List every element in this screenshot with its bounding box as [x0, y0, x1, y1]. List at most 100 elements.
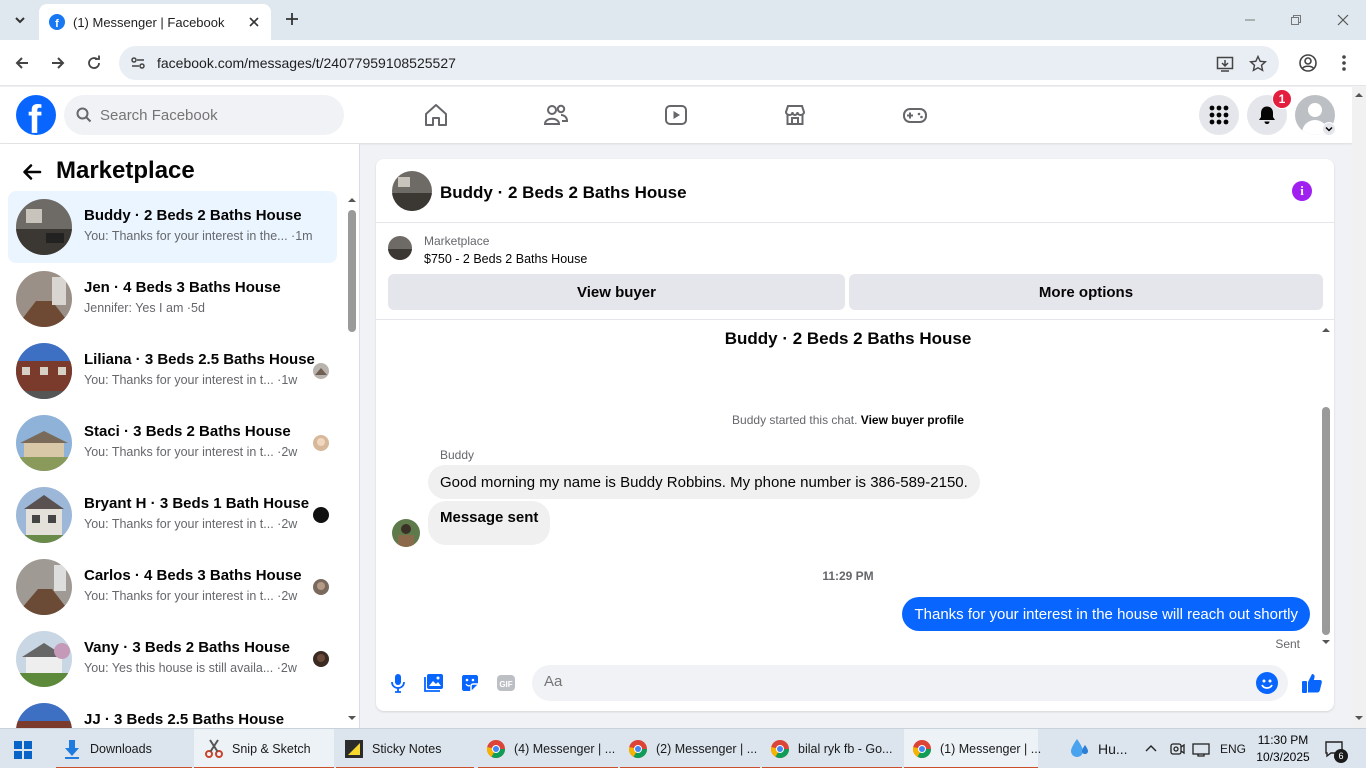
taskbar-sticky-notes[interactable]: Sticky Notes: [336, 729, 474, 768]
seen-avatar: [313, 579, 329, 595]
incoming-message[interactable]: Good morning my name is Buddy Robbins. M…: [428, 465, 980, 499]
scroll-down-arrow-icon[interactable]: [347, 714, 357, 722]
attach-photo-button[interactable]: [422, 671, 446, 695]
profile-button[interactable]: [1296, 51, 1320, 75]
back-button[interactable]: [10, 51, 34, 75]
water-drop-icon: [1071, 739, 1088, 757]
scroll-down-arrow-icon[interactable]: [1321, 638, 1331, 646]
listing-thumbnail: [16, 559, 72, 615]
sticker-button[interactable]: [458, 671, 482, 695]
network-icon[interactable]: [1192, 729, 1210, 768]
view-buyer-profile-link[interactable]: View buyer profile: [861, 413, 964, 427]
taskbar-chrome-window[interactable]: (4) Messenger | ...: [478, 729, 618, 768]
facebook-favicon-icon: f: [49, 14, 65, 30]
start-button[interactable]: [14, 741, 32, 764]
friends-nav-button[interactable]: [540, 99, 572, 131]
scroll-up-arrow-icon[interactable]: [347, 196, 357, 204]
menu-button[interactable]: [1199, 95, 1239, 135]
tray-overflow-button[interactable]: [1144, 729, 1158, 768]
bookmark-star-icon[interactable]: [1248, 54, 1268, 74]
chat-started-notice: Buddy started this chat. View buyer prof…: [376, 413, 1320, 427]
minimize-button[interactable]: [1238, 8, 1262, 32]
browser-tab-active[interactable]: f (1) Messenger | Facebook: [39, 4, 271, 40]
arrow-left-icon: [23, 164, 42, 180]
minimize-icon: [1245, 19, 1255, 21]
gif-icon: GIF: [497, 675, 515, 691]
taskbar-chrome-window[interactable]: bilal ryk fb - Go...: [762, 729, 902, 768]
tray-camera-icon[interactable]: [1169, 729, 1185, 768]
conversation-item[interactable]: Staci · 3 Beds 2 Baths House You: Thanks…: [8, 407, 337, 479]
browser-menu-button[interactable]: [1332, 51, 1356, 75]
send-like-button[interactable]: [1300, 671, 1324, 695]
account-circle-icon: [1299, 54, 1317, 72]
scroll-up-arrow-icon[interactable]: [1321, 326, 1331, 334]
message-thread: Buddy · 2 Beds 2 Baths House Buddy start…: [376, 321, 1334, 651]
sidebar-scrollbar[interactable]: [348, 210, 356, 332]
forward-button[interactable]: [46, 51, 70, 75]
scroll-down-arrow-icon[interactable]: [1354, 714, 1364, 722]
taskbar-chrome-window-active[interactable]: (1) Messenger | ...: [904, 729, 1041, 768]
marketplace-label: Marketplace: [424, 234, 490, 248]
listing-price-title[interactable]: $750 - 2 Beds 2 Baths House: [424, 252, 587, 266]
arrow-right-icon: [52, 57, 65, 69]
listing-avatar[interactable]: [392, 171, 432, 211]
conversation-item[interactable]: JJ · 3 Beds 2.5 Baths House: [8, 695, 337, 728]
gaming-nav-button[interactable]: [899, 99, 931, 131]
tab-close-icon[interactable]: [245, 13, 263, 31]
message-timestamp: 11:29 PM: [822, 569, 874, 583]
incoming-message[interactable]: Message sent: [428, 501, 551, 545]
new-tab-button[interactable]: [282, 9, 302, 29]
taskbar-chrome-window[interactable]: (2) Messenger | ...: [620, 729, 760, 768]
listing-thumbnail: [16, 631, 72, 687]
seen-avatar: [313, 507, 329, 523]
voice-clip-button[interactable]: [386, 671, 410, 695]
message-input[interactable]: [544, 673, 1224, 690]
page-scrollbar[interactable]: [1352, 87, 1366, 728]
conversation-item[interactable]: Jen · 4 Beds 3 Baths House Jennifer: Yes…: [8, 263, 337, 335]
notification-badge: 1: [1272, 89, 1292, 109]
marketplace-nav-button[interactable]: [779, 99, 811, 131]
facebook-logo-icon[interactable]: f: [16, 95, 56, 135]
action-center-button[interactable]: 6: [1324, 729, 1348, 768]
conversation-item[interactable]: Liliana · 3 Beds 2.5 Baths House You: Th…: [8, 335, 337, 407]
chat-scrollbar[interactable]: [1322, 407, 1330, 635]
conversation-item[interactable]: Carlos · 4 Beds 3 Baths House You: Thank…: [8, 551, 337, 623]
view-buyer-button[interactable]: View buyer: [388, 274, 845, 310]
search-icon: [76, 107, 92, 123]
message-input-wrapper: [532, 665, 1288, 701]
taskbar-downloads[interactable]: Downloads: [56, 729, 192, 768]
emoji-icon[interactable]: [1256, 672, 1278, 694]
outgoing-message[interactable]: Thanks for your interest in the house wi…: [902, 597, 1310, 631]
weather-widget[interactable]: Hu...: [1068, 729, 1128, 768]
restore-button[interactable]: [1284, 8, 1308, 32]
chat-title[interactable]: Buddy · 2 Beds 2 Baths House: [440, 183, 687, 203]
conversation-item[interactable]: Buddy · 2 Beds 2 Baths House You: Thanks…: [8, 191, 337, 263]
home-icon: [425, 104, 447, 126]
watch-nav-button[interactable]: [660, 99, 692, 131]
address-bar[interactable]: facebook.com/messages/t/2407795910852552…: [119, 46, 1279, 80]
info-icon[interactable]: i: [1292, 181, 1312, 201]
account-chevron-icon[interactable]: [1322, 122, 1336, 136]
reload-button[interactable]: [82, 51, 106, 75]
language-indicator[interactable]: ENG: [1220, 729, 1246, 768]
conversation-item[interactable]: Vany · 3 Beds 2 Baths House You: Yes thi…: [8, 623, 337, 695]
system-clock[interactable]: 11:30 PM 10/3/2025: [1248, 732, 1318, 766]
listing-thumbnail: [16, 199, 72, 255]
install-app-icon[interactable]: [1215, 54, 1235, 74]
marketplace-sidebar: Marketplace Buddy · 2 Beds 2 Baths House…: [0, 144, 360, 728]
taskbar-snip-sketch[interactable]: Snip & Sketch: [194, 729, 334, 768]
site-info-icon[interactable]: [129, 54, 147, 77]
conversation-item[interactable]: Bryant H · 3 Beds 1 Bath House You: Than…: [8, 479, 337, 551]
facebook-search[interactable]: [64, 95, 344, 135]
clock-date: 10/3/2025: [1256, 750, 1310, 764]
scroll-up-arrow-icon[interactable]: [1354, 91, 1364, 99]
more-options-button[interactable]: More options: [849, 274, 1323, 310]
back-button[interactable]: [20, 160, 44, 184]
close-window-button[interactable]: [1331, 8, 1355, 32]
tab-search-button[interactable]: [8, 8, 32, 32]
search-input[interactable]: [100, 106, 320, 124]
home-nav-button[interactable]: [420, 99, 452, 131]
sender-avatar[interactable]: [392, 519, 420, 547]
friends-icon: [543, 104, 569, 125]
gif-button[interactable]: GIF: [494, 671, 518, 695]
